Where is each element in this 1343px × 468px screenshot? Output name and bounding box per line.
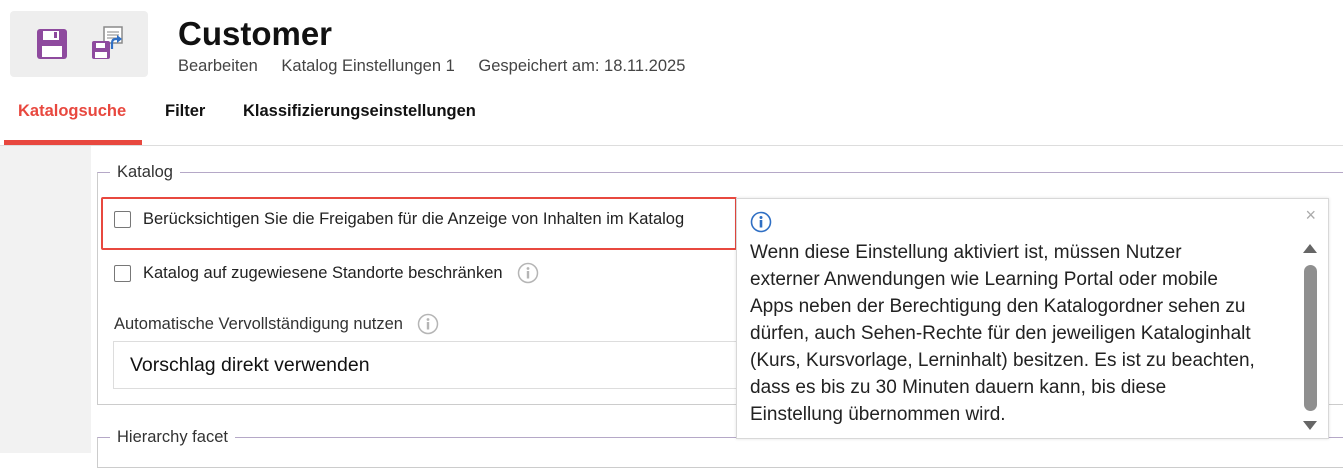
breadcrumb: Bearbeiten Katalog Einstellungen 1 Gespe… xyxy=(178,57,704,76)
autocomplete-label: Automatische Vervollständigung nutzen xyxy=(114,314,403,333)
autocomplete-info-icon[interactable] xyxy=(417,313,439,335)
standorte-option: Katalog auf zugewiesene Standorte beschr… xyxy=(114,262,539,284)
close-icon[interactable]: × xyxy=(1305,205,1316,226)
freigaben-option: Berücksichtigen Sie die Freigaben für di… xyxy=(114,210,684,229)
breadcrumb-saved-date: Gespeichert am: 18.11.2025 xyxy=(478,57,686,75)
tab-filter[interactable]: Filter xyxy=(165,102,205,121)
scroll-down-arrow[interactable] xyxy=(1303,421,1317,430)
autocomplete-select[interactable]: Vorschlag direkt verwenden xyxy=(113,341,753,389)
breadcrumb-mode: Bearbeiten xyxy=(178,57,258,75)
tooltip-line: dass es bis zu 30 Minuten dauern kann, b… xyxy=(750,377,1167,398)
autocomplete-field: Automatische Vervollständigung nutzen xyxy=(114,313,439,335)
tooltip-line: (Kurs, Kursvorlage, Lerninhalt) besitzen… xyxy=(750,350,1255,371)
left-gutter xyxy=(0,146,91,453)
active-tab-indicator xyxy=(4,140,142,145)
tooltip-text: Wenn diese Einstellung aktiviert ist, mü… xyxy=(750,239,1298,428)
save-icon xyxy=(37,29,67,59)
help-tooltip: × Wenn diese Einstellung aktiviert ist, … xyxy=(736,198,1329,439)
katalog-legend: Katalog xyxy=(117,163,173,181)
freigaben-label: Berücksichtigen Sie die Freigaben für di… xyxy=(143,210,685,228)
info-icon xyxy=(750,211,772,238)
toolbar xyxy=(10,11,148,77)
tooltip-line: Einstellung übernommen wird. xyxy=(750,404,1006,425)
tooltip-line: dürfen, auch Sehen-Rechte für den jeweil… xyxy=(750,323,1251,344)
standorte-info-icon[interactable] xyxy=(517,262,539,284)
tooltip-line: externer Anwendungen wie Learning Portal… xyxy=(750,269,1218,290)
hierarchy-legend: Hierarchy facet xyxy=(117,428,228,446)
page-header: Customer Bearbeiten Katalog Einstellunge… xyxy=(0,0,1343,90)
breadcrumb-record: Katalog Einstellungen 1 xyxy=(281,57,455,75)
save-button[interactable] xyxy=(26,11,78,77)
save-as-icon xyxy=(92,26,123,59)
tab-katalogsuche[interactable]: Katalogsuche xyxy=(18,102,126,121)
standorte-checkbox[interactable] xyxy=(114,264,131,282)
tab-klassifizierungseinstellungen[interactable]: Klassifizierungseinstellungen xyxy=(243,102,476,121)
scroll-up-arrow[interactable] xyxy=(1303,244,1317,253)
tab-bar: Katalogsuche Filter Klassifizierungseins… xyxy=(0,90,1343,146)
freigaben-checkbox[interactable] xyxy=(114,211,131,228)
save-as-button[interactable] xyxy=(82,11,134,77)
standorte-label: Katalog auf zugewiesene Standorte beschr… xyxy=(143,263,503,282)
tooltip-line: Apps neben der Berechtigung den Katalogo… xyxy=(750,296,1246,317)
page-title: Customer xyxy=(178,15,333,52)
tooltip-line: Wenn diese Einstellung aktiviert ist, mü… xyxy=(750,242,1182,263)
scrollbar-thumb[interactable] xyxy=(1304,265,1317,411)
